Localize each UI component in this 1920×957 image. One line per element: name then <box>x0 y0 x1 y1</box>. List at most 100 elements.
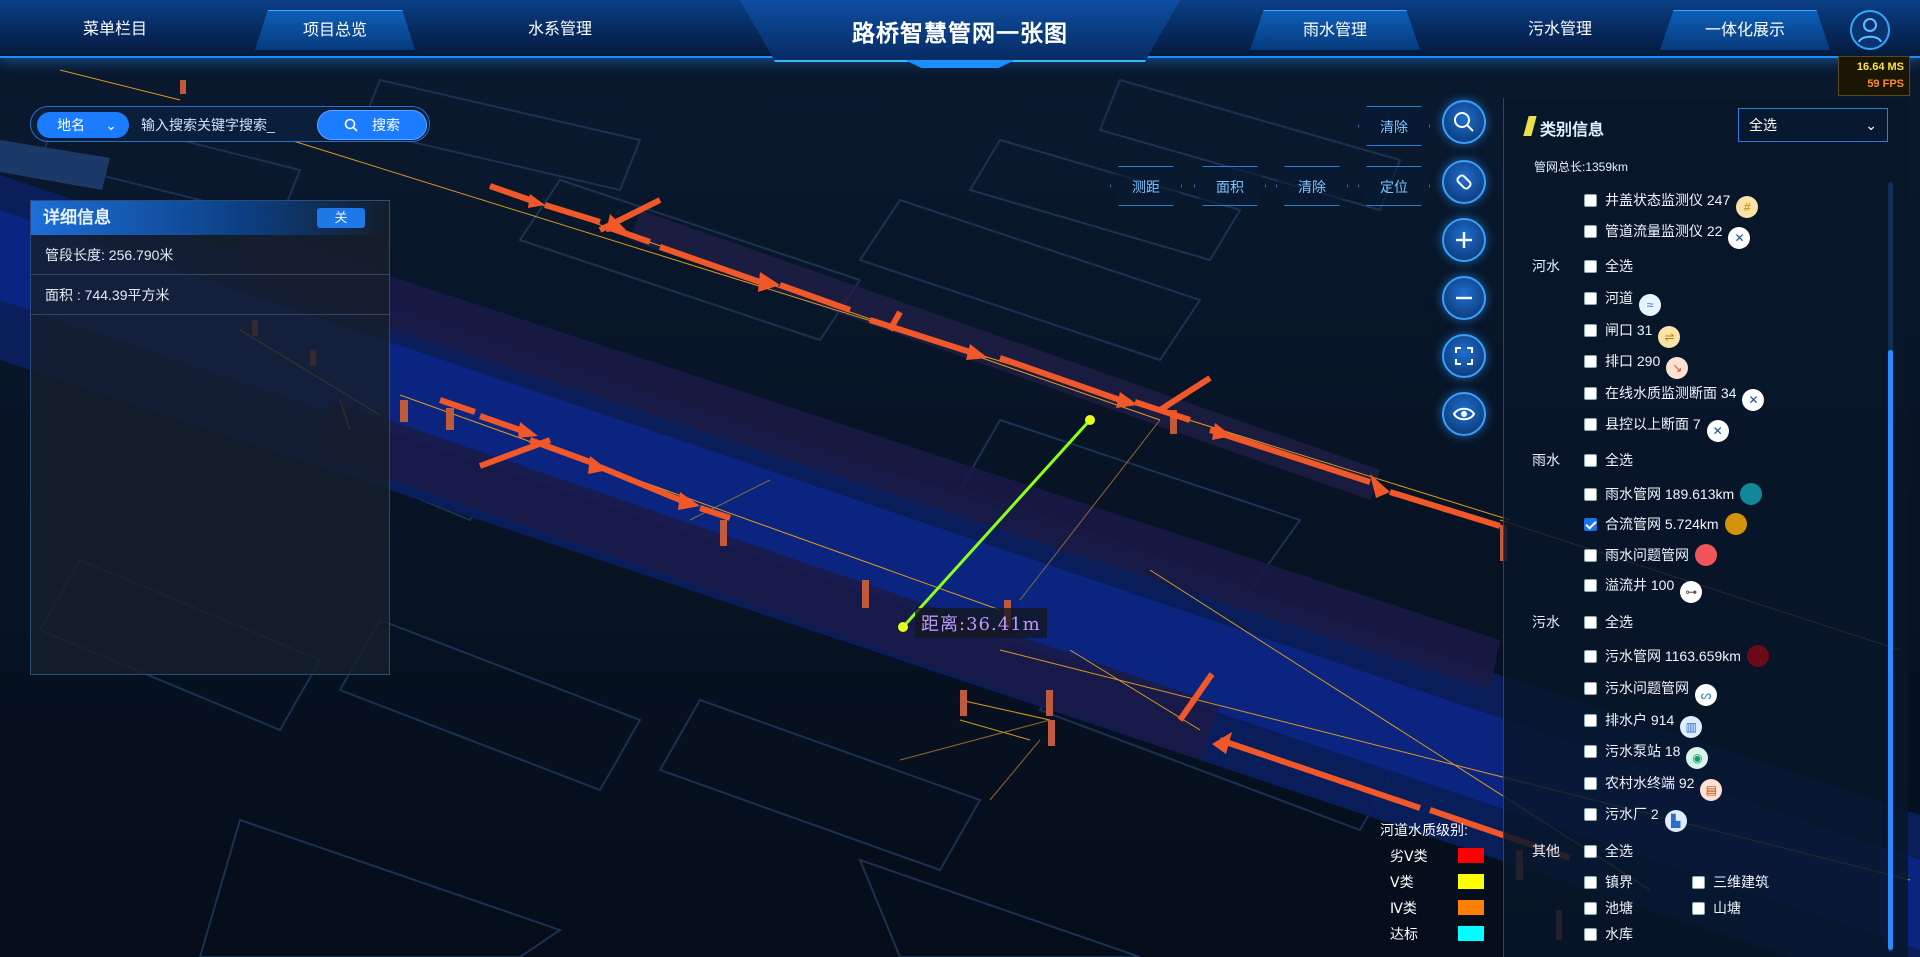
checkbox[interactable] <box>1584 387 1597 400</box>
category-item-river-channel[interactable]: 河道 ≈ <box>1584 288 1661 316</box>
search-type-dropdown[interactable]: 地名 ⌄ <box>37 112 129 138</box>
category-item-rain-network[interactable]: 雨水管网 189.613km <box>1584 483 1763 505</box>
checkbox[interactable] <box>1584 194 1597 207</box>
checkbox[interactable] <box>1584 928 1597 941</box>
nav-water-system[interactable]: 水系管理 <box>480 10 640 50</box>
category-title: 类别信息 <box>1540 122 1605 139</box>
category-item-sewage-problem[interactable]: 污水问题管网 ᔕ <box>1584 678 1717 706</box>
nav-rainwater[interactable]: 雨水管理 <box>1250 10 1420 50</box>
item-label: 水库 <box>1605 926 1633 942</box>
clear-top-button[interactable]: 清除 <box>1358 106 1430 146</box>
group-label-river: 河水 <box>1532 258 1560 274</box>
checkbox[interactable] <box>1584 454 1597 467</box>
checkbox[interactable] <box>1584 845 1597 858</box>
item-label: 闸口 31 <box>1605 322 1653 338</box>
color-dot <box>1695 544 1717 566</box>
category-item-sewage-all[interactable]: 全选 <box>1584 612 1633 634</box>
category-item-mountain-pond[interactable]: 山塘 <box>1692 898 1741 920</box>
item-label: 池塘 <box>1605 900 1633 916</box>
category-item-sewage-plant[interactable]: 污水厂 2 ▙ <box>1584 804 1687 832</box>
eraser-icon[interactable] <box>1442 160 1486 204</box>
category-item-quality-section[interactable]: 在线水质监测断面 34 ✕ <box>1584 383 1765 411</box>
fps-counter: 16.64 MS 59 FPS <box>1838 56 1910 96</box>
category-item-river-all[interactable]: 全选 <box>1584 256 1633 278</box>
checkbox[interactable] <box>1584 355 1597 368</box>
checkbox[interactable] <box>1584 808 1597 821</box>
measure-distance-button[interactable]: 测距 <box>1110 166 1182 206</box>
checkbox[interactable] <box>1584 225 1597 238</box>
checkbox[interactable] <box>1584 902 1597 915</box>
checkbox[interactable] <box>1584 549 1597 562</box>
checkbox[interactable] <box>1584 745 1597 758</box>
item-label: 污水泵站 18 <box>1605 743 1681 759</box>
gate-icon: ⇌ <box>1658 326 1681 348</box>
search-button[interactable]: 搜索 <box>317 110 427 140</box>
category-item-discharger[interactable]: 排水户 914 ▥ <box>1584 710 1703 738</box>
nav-sewage[interactable]: 污水管理 <box>1480 10 1640 50</box>
fullscreen-icon[interactable] <box>1442 334 1486 378</box>
item-label: 全选 <box>1605 614 1633 630</box>
category-item-pump-station[interactable]: 污水泵站 18 ◉ <box>1584 741 1709 769</box>
item-label: 全选 <box>1605 843 1633 859</box>
category-item-sewage-network[interactable]: 污水管网 1163.659km <box>1584 645 1769 667</box>
clear-button[interactable]: 清除 <box>1276 166 1348 206</box>
nav-project-overview[interactable]: 项目总览 <box>255 10 415 50</box>
eye-icon[interactable] <box>1442 392 1486 436</box>
checkbox[interactable] <box>1584 650 1597 663</box>
checkbox[interactable] <box>1584 292 1597 305</box>
item-label: 山塘 <box>1713 900 1741 916</box>
legend-label-bad-v: 劣Ⅴ类 <box>1390 848 1428 864</box>
legend-label-v: Ⅴ类 <box>1390 874 1414 890</box>
category-select[interactable]: 全选 ⌄ <box>1738 108 1888 142</box>
checkbox[interactable] <box>1584 616 1597 629</box>
category-item-outlet[interactable]: 排口 290 ↘ <box>1584 351 1689 379</box>
item-label: 县控以上断面 7 <box>1605 416 1701 432</box>
checkbox[interactable] <box>1584 418 1597 431</box>
checkbox[interactable] <box>1692 902 1705 915</box>
item-label: 河道 <box>1605 290 1633 306</box>
category-item-other-all[interactable]: 全选 <box>1584 841 1633 863</box>
checkbox[interactable] <box>1692 876 1705 889</box>
search-map-icon[interactable] <box>1442 100 1486 144</box>
zoom-in-icon[interactable] <box>1442 218 1486 262</box>
category-item-overflow-well[interactable]: 溢流井 100 ⊶ <box>1584 575 1703 603</box>
checkbox[interactable] <box>1584 518 1597 531</box>
checkbox[interactable] <box>1584 876 1597 889</box>
legend-swatch-v <box>1458 874 1484 889</box>
category-item-flow-monitor[interactable]: 管道流量监测仪 22 ✕ <box>1584 221 1751 249</box>
detail-row-length: 管段长度: 256.790米 <box>31 235 389 275</box>
measure-area-button[interactable]: 面积 <box>1194 166 1266 206</box>
checkbox[interactable] <box>1584 324 1597 337</box>
checkbox[interactable] <box>1584 579 1597 592</box>
category-item-rain-all[interactable]: 全选 <box>1584 450 1633 472</box>
item-label: 排口 290 <box>1605 353 1661 369</box>
category-item-county-section[interactable]: 县控以上断面 7 ✕ <box>1584 414 1729 442</box>
category-item-town-boundary[interactable]: 镇界 <box>1584 872 1633 894</box>
checkbox[interactable] <box>1584 260 1597 273</box>
category-scrollbar-thumb[interactable] <box>1888 350 1893 950</box>
user-icon[interactable] <box>1850 10 1890 50</box>
checkbox[interactable] <box>1584 488 1597 501</box>
item-label: 污水管网 1163.659km <box>1605 648 1741 664</box>
nav-menu[interactable]: 菜单栏目 <box>50 10 180 50</box>
checkbox[interactable] <box>1584 714 1597 727</box>
checkbox[interactable] <box>1584 682 1597 695</box>
category-item-rain-problem[interactable]: 雨水问题管网 <box>1584 544 1717 566</box>
category-item-rural-terminal[interactable]: 农村水终端 92 ▤ <box>1584 773 1723 801</box>
search-icon <box>344 118 358 132</box>
locate-button[interactable]: 定位 <box>1358 166 1430 206</box>
nav-integrated[interactable]: 一体化展示 <box>1660 10 1830 50</box>
checkbox[interactable] <box>1584 777 1597 790</box>
detail-close-button[interactable]: 关 <box>317 208 365 228</box>
pipe-total-length: 管网总长:1359km <box>1534 160 1629 174</box>
category-item-pond[interactable]: 池塘 <box>1584 898 1633 920</box>
frame-rate: 59 FPS <box>1867 78 1904 90</box>
zoom-out-icon[interactable] <box>1442 276 1486 320</box>
category-item-reservoir[interactable]: 水库 <box>1584 924 1633 946</box>
category-item-manhole-monitor[interactable]: 井盖状态监测仪 247 # <box>1584 190 1759 218</box>
legend-swatch-iv <box>1458 900 1484 915</box>
search-input[interactable] <box>141 113 341 137</box>
category-item-3d-building[interactable]: 三维建筑 <box>1692 872 1769 894</box>
category-item-combined-network[interactable]: 合流管网 5.724km <box>1584 513 1747 535</box>
category-item-gate[interactable]: 闸口 31 ⇌ <box>1584 320 1681 348</box>
